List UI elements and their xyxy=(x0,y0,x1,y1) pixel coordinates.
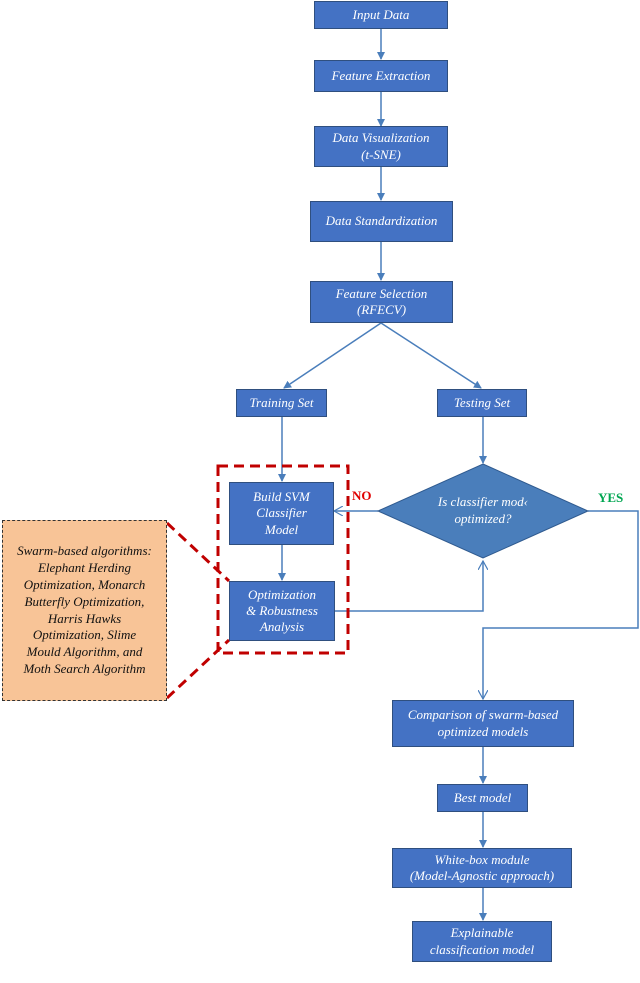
node-data-standardization: Data Standardization xyxy=(310,201,453,242)
node-label: Input Data xyxy=(352,6,410,22)
node-label: Feature Selection (RFECV) xyxy=(335,285,428,317)
node-label: Optimization & Robustness Analysis xyxy=(246,586,318,635)
node-white-box: White-box module (Model-Agnostic approac… xyxy=(392,848,572,888)
node-training-set: Training Set xyxy=(236,389,327,417)
node-data-visualization: Data Visualization (t-SNE) xyxy=(314,126,448,167)
node-label: Feature Extraction xyxy=(331,67,431,83)
node-feature-extraction: Feature Extraction xyxy=(314,60,448,92)
no-label: NO xyxy=(352,488,372,503)
node-label: Build SVM Classifier Model xyxy=(253,489,310,537)
callout-line-top xyxy=(165,521,231,583)
node-input-data: Input Data xyxy=(314,1,448,29)
node-label: Data Visualization (t-SNE) xyxy=(332,130,430,162)
connector-selection-to-testing xyxy=(380,322,482,389)
connector-selection-to-training xyxy=(283,322,382,389)
node-label: White-box module (Model-Agnostic approac… xyxy=(409,851,555,883)
node-label: Testing Set xyxy=(453,394,511,410)
node-testing-set: Testing Set xyxy=(437,389,527,417)
node-label: Best model xyxy=(453,789,512,805)
node-best-model: Best model xyxy=(437,784,528,812)
node-explainable: Explainable classification model xyxy=(412,921,552,962)
connector-optimization-to-decision xyxy=(335,561,483,612)
swarm-algorithms-note: Swarm-based algorithms: Elephant Herding… xyxy=(2,520,167,701)
yes-label: YES xyxy=(598,490,624,505)
node-label: Comparison of swarm-based optimized mode… xyxy=(407,707,559,739)
node-feature-selection: Feature Selection (RFECV) xyxy=(310,281,453,323)
callout-line-bottom xyxy=(165,638,231,700)
node-comparison: Comparison of swarm-based optimized mode… xyxy=(392,700,574,747)
node-label: Explainable classification model xyxy=(429,925,535,957)
decision-label: Is classifier mod‹ optimized? xyxy=(437,494,529,526)
note-text: Swarm-based algorithms: Elephant Herding… xyxy=(17,542,152,677)
node-label: Training Set xyxy=(249,394,314,410)
node-label: Data Standardization xyxy=(325,213,438,229)
node-optimization: Optimization & Robustness Analysis xyxy=(229,581,335,641)
node-build-svm: Build SVM Classifier Model xyxy=(229,482,334,545)
